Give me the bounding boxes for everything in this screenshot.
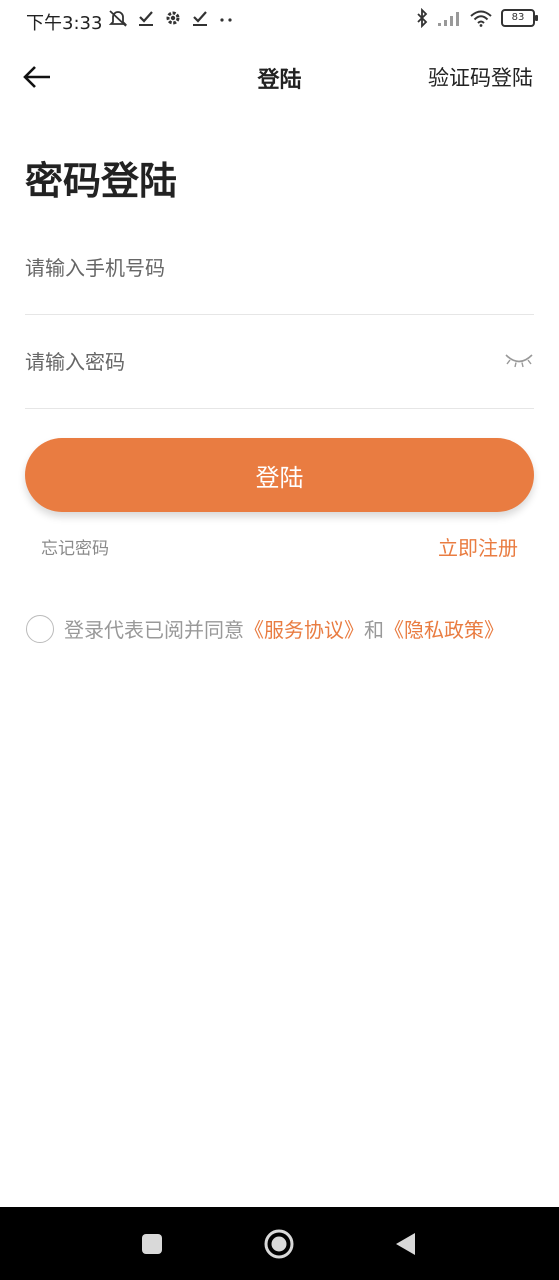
dots-icon (220, 18, 232, 22)
home-circle-icon[interactable] (263, 1228, 295, 1260)
login-heading: 密码登陆 (25, 159, 178, 203)
password-field (25, 316, 534, 409)
check-icon (193, 11, 207, 26)
battery-icon: 83 (501, 9, 538, 27)
forgot-password-link[interactable]: 忘记密码 (41, 534, 109, 559)
status-icons-left (108, 8, 234, 28)
system-nav-bar (0, 1207, 559, 1280)
recents-square-icon[interactable] (139, 1231, 165, 1257)
service-agreement-link[interactable]: 《服务协议》 (244, 614, 364, 643)
agreement-radio[interactable] (26, 614, 54, 643)
status-time: 下午3:33 (26, 13, 103, 34)
status-bar: 下午3:33 83 (0, 0, 559, 42)
bluetooth-icon (417, 8, 428, 28)
wifi-icon (470, 10, 492, 27)
back-triangle-icon[interactable] (393, 1231, 419, 1257)
eye-closed-icon[interactable] (504, 350, 534, 370)
login-button[interactable]: 登陆 (25, 438, 534, 512)
agreement-prefix: 登录代表已阅并同意 (64, 618, 244, 642)
password-input[interactable] (25, 316, 485, 408)
register-link[interactable]: 立即注册 (438, 532, 518, 561)
top-bar: 登陆 验证码登陆 (0, 44, 559, 110)
check-icon (139, 11, 153, 26)
agreement-conjunction: 和 (364, 618, 384, 642)
agreement-row: 登录代表已阅并同意 《服务协议》 和 《隐私政策》 (26, 614, 504, 643)
sms-login-switch[interactable]: 验证码登陆 (428, 62, 533, 92)
signal-icon (438, 12, 459, 26)
phone-input[interactable] (25, 222, 485, 314)
privacy-policy-link[interactable]: 《隐私政策》 (384, 614, 504, 643)
status-icons-right: 83 (415, 8, 538, 28)
mute-bell-icon (108, 10, 128, 27)
phone-field (25, 222, 534, 315)
gear-icon (166, 11, 180, 25)
